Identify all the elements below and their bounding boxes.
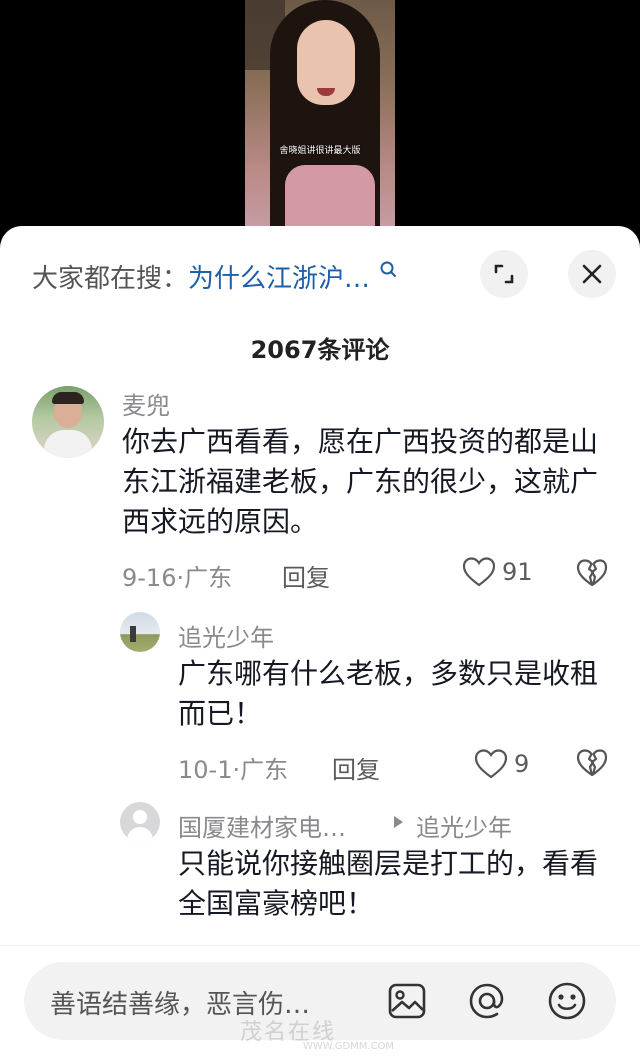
dislike-icon[interactable] — [576, 558, 608, 588]
avatar[interactable] — [32, 386, 104, 458]
search-icon[interactable] — [378, 259, 400, 281]
watermark-url: WWW.GDMM.COM — [303, 1041, 395, 1052]
comment-date-location: 10-1·广东 — [178, 756, 289, 784]
reply-button[interactable]: 回复 — [332, 750, 380, 785]
reply-arrow-icon — [394, 816, 403, 828]
avatar[interactable] — [120, 802, 160, 842]
close-button[interactable] — [568, 250, 616, 298]
video-area[interactable]: 舍晓姐讲很讲最大版 — [0, 0, 640, 240]
comment-author[interactable]: 国厦建材家电… — [178, 808, 346, 843]
video-thumbnail[interactable]: 舍晓姐讲很讲最大版 — [245, 0, 395, 240]
dislike-icon[interactable] — [576, 748, 608, 778]
reply-button[interactable]: 回复 — [282, 558, 330, 593]
comments-count: 2067条评论 — [250, 336, 390, 364]
expand-button[interactable] — [480, 250, 528, 298]
close-icon — [582, 264, 602, 284]
avatar[interactable] — [120, 612, 160, 652]
heart-icon — [474, 749, 508, 779]
like-count: 91 — [502, 558, 533, 586]
comment-author[interactable]: 追光少年 — [178, 618, 274, 653]
search-query[interactable]: 为什么江浙沪… — [188, 258, 370, 295]
emoji-icon[interactable] — [546, 980, 588, 1022]
image-icon[interactable] — [386, 980, 428, 1022]
comment-date-location: 9-16·广东 — [122, 564, 233, 592]
search-prefix: 大家都在搜： — [32, 263, 189, 294]
heart-icon — [462, 557, 496, 587]
reply-to-author[interactable]: 追光少年 — [416, 808, 512, 843]
like-button[interactable]: 91 — [462, 556, 533, 588]
like-button[interactable]: 9 — [474, 748, 529, 780]
comment-text[interactable]: 只能说你接触圈层是打工的，看看全国富豪榜吧！ — [178, 844, 608, 924]
comment-text[interactable]: 广东哪有什么老板，多数只是收租而已！ — [178, 654, 608, 734]
comment-author[interactable]: 麦兜 — [122, 386, 170, 421]
mention-icon[interactable] — [466, 980, 508, 1022]
comment-text[interactable]: 你去广西看看，愿在广西投资的都是山东江浙福建老板，广东的很少，这就广西求远的原因… — [122, 422, 612, 542]
expand-icon — [494, 264, 514, 284]
comments-panel: 大家都在搜： 为什么江浙沪… 2067条评论 麦兜 你去广西看看，愿在广西投资的… — [0, 226, 640, 1056]
search-suggestion[interactable]: 大家都在搜： 为什么江浙沪… — [32, 256, 462, 296]
video-caption: 舍晓姐讲很讲最大版 — [279, 146, 361, 156]
like-count: 9 — [514, 750, 530, 778]
